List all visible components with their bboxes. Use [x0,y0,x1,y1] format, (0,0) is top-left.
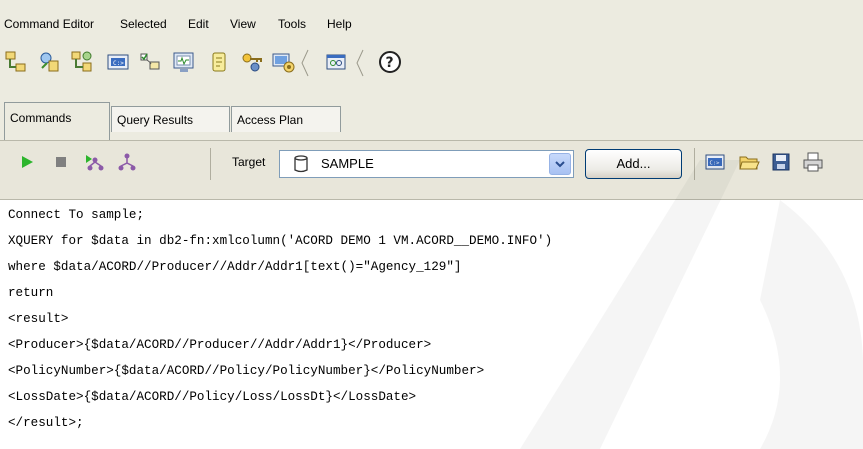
menu-command-editor[interactable]: Command Editor [4,17,94,31]
menu-tools[interactable]: Tools [278,17,306,31]
database-icon [294,155,308,173]
code-line: Connect To sample; [8,208,145,222]
run-icon[interactable] [16,151,38,173]
configuration-assistant-icon[interactable] [271,50,295,74]
command-window-icon[interactable]: C:> [704,151,726,173]
code-line: <result> [8,312,69,326]
access-plan-icon[interactable] [116,151,138,173]
menu-selected[interactable]: Selected [120,17,167,31]
svg-text:C:>: C:> [113,60,124,67]
tools-settings-icon[interactable] [324,50,348,74]
toolbar-separator [356,49,364,77]
svg-text:C:>: C:> [710,161,721,167]
print-icon[interactable] [802,151,824,173]
add-button[interactable]: Add... [585,149,682,179]
stop-icon[interactable] [50,151,72,173]
replication-center-icon[interactable] [38,50,62,74]
target-database-select[interactable]: SAMPLE [279,150,574,178]
chevron-down-icon [555,161,565,168]
license-center-icon[interactable] [240,50,264,74]
menu-bar: Command Editor Selected Edit View Tools … [0,0,863,40]
menu-help[interactable]: Help [327,17,352,31]
save-icon[interactable] [770,151,792,173]
command-editor-icon[interactable]: C:> [106,50,130,74]
target-label: Target [232,155,266,169]
tab-query-results[interactable]: Query Results [111,106,230,132]
target-value: SAMPLE [321,156,374,171]
code-line: <LossDate>{$data/ACORD//Policy/Loss/Loss… [8,390,417,404]
code-line: <PolicyNumber>{$data/ACORD//Policy/Polic… [8,364,485,378]
svg-text:?: ? [386,55,394,71]
health-center-icon[interactable] [172,50,196,74]
control-center-icon[interactable] [4,50,28,74]
help-icon[interactable]: ? [378,50,402,74]
menu-edit[interactable]: Edit [188,17,209,31]
tab-commands[interactable]: Commands [4,102,110,140]
satellite-admin-icon[interactable] [70,50,94,74]
toolbar-separator [301,49,309,77]
toolbar-divider [694,148,695,180]
open-folder-icon[interactable] [738,151,760,173]
access-plan-run-icon[interactable] [83,151,105,173]
code-line: </result>; [8,416,84,430]
code-line: <Producer>{$data/ACORD//Producer//Addr/A… [8,338,432,352]
tab-access-plan[interactable]: Access Plan [231,106,341,132]
task-center-icon[interactable] [138,50,162,74]
code-line: XQUERY for $data in db2-fn:xmlcolumn('AC… [8,234,553,248]
code-line: where $data/ACORD//Producer//Addr/Addr1[… [8,260,462,274]
dropdown-button[interactable] [549,153,571,175]
toolbar-divider [210,148,211,180]
code-line: return [8,286,54,300]
menu-view[interactable]: View [230,17,256,31]
journal-icon[interactable] [207,50,231,74]
